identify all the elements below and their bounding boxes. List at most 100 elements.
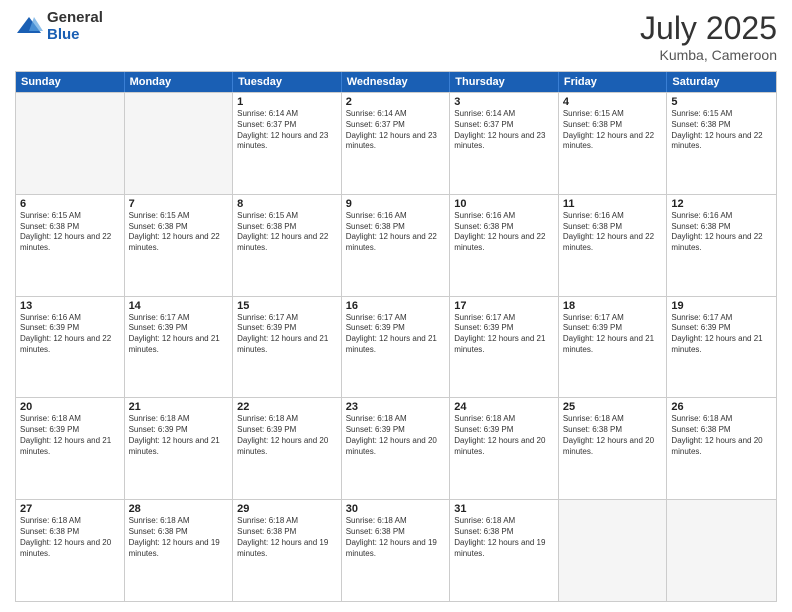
calendar-cell: 25Sunrise: 6:18 AM Sunset: 6:38 PM Dayli… [559, 398, 668, 499]
day-number: 21 [129, 401, 229, 413]
calendar-cell: 23Sunrise: 6:18 AM Sunset: 6:39 PM Dayli… [342, 398, 451, 499]
calendar-cell: 11Sunrise: 6:16 AM Sunset: 6:38 PM Dayli… [559, 195, 668, 296]
day-number: 17 [454, 300, 554, 312]
logo-icon [15, 13, 43, 41]
day-number: 28 [129, 503, 229, 515]
day-info: Sunrise: 6:18 AM Sunset: 6:38 PM Dayligh… [346, 516, 446, 559]
weekday-header: Wednesday [342, 72, 451, 92]
calendar-cell: 16Sunrise: 6:17 AM Sunset: 6:39 PM Dayli… [342, 297, 451, 398]
calendar-cell: 17Sunrise: 6:17 AM Sunset: 6:39 PM Dayli… [450, 297, 559, 398]
day-info: Sunrise: 6:14 AM Sunset: 6:37 PM Dayligh… [346, 109, 446, 152]
weekday-header: Sunday [16, 72, 125, 92]
calendar-cell [16, 93, 125, 194]
day-info: Sunrise: 6:18 AM Sunset: 6:38 PM Dayligh… [454, 516, 554, 559]
calendar-cell: 19Sunrise: 6:17 AM Sunset: 6:39 PM Dayli… [667, 297, 776, 398]
calendar-cell: 6Sunrise: 6:15 AM Sunset: 6:38 PM Daylig… [16, 195, 125, 296]
day-info: Sunrise: 6:18 AM Sunset: 6:39 PM Dayligh… [454, 414, 554, 457]
month-title: July 2025 [640, 10, 777, 47]
day-info: Sunrise: 6:18 AM Sunset: 6:38 PM Dayligh… [20, 516, 120, 559]
day-number: 1 [237, 96, 337, 108]
calendar-cell: 30Sunrise: 6:18 AM Sunset: 6:38 PM Dayli… [342, 500, 451, 601]
day-number: 29 [237, 503, 337, 515]
calendar-cell [559, 500, 668, 601]
day-info: Sunrise: 6:15 AM Sunset: 6:38 PM Dayligh… [671, 109, 772, 152]
calendar-cell: 5Sunrise: 6:15 AM Sunset: 6:38 PM Daylig… [667, 93, 776, 194]
calendar-cell: 28Sunrise: 6:18 AM Sunset: 6:38 PM Dayli… [125, 500, 234, 601]
day-info: Sunrise: 6:16 AM Sunset: 6:38 PM Dayligh… [454, 211, 554, 254]
calendar-cell: 26Sunrise: 6:18 AM Sunset: 6:38 PM Dayli… [667, 398, 776, 499]
calendar-cell: 4Sunrise: 6:15 AM Sunset: 6:38 PM Daylig… [559, 93, 668, 194]
day-info: Sunrise: 6:18 AM Sunset: 6:38 PM Dayligh… [129, 516, 229, 559]
day-number: 5 [671, 96, 772, 108]
calendar-cell: 8Sunrise: 6:15 AM Sunset: 6:38 PM Daylig… [233, 195, 342, 296]
calendar-cell: 22Sunrise: 6:18 AM Sunset: 6:39 PM Dayli… [233, 398, 342, 499]
day-number: 23 [346, 401, 446, 413]
calendar-cell: 31Sunrise: 6:18 AM Sunset: 6:38 PM Dayli… [450, 500, 559, 601]
day-info: Sunrise: 6:17 AM Sunset: 6:39 PM Dayligh… [346, 313, 446, 356]
day-info: Sunrise: 6:16 AM Sunset: 6:39 PM Dayligh… [20, 313, 120, 356]
day-info: Sunrise: 6:15 AM Sunset: 6:38 PM Dayligh… [20, 211, 120, 254]
calendar-cell: 13Sunrise: 6:16 AM Sunset: 6:39 PM Dayli… [16, 297, 125, 398]
weekday-header: Friday [559, 72, 668, 92]
day-number: 4 [563, 96, 663, 108]
day-number: 15 [237, 300, 337, 312]
day-number: 9 [346, 198, 446, 210]
calendar-cell: 1Sunrise: 6:14 AM Sunset: 6:37 PM Daylig… [233, 93, 342, 194]
calendar-row: 6Sunrise: 6:15 AM Sunset: 6:38 PM Daylig… [16, 194, 776, 296]
day-number: 27 [20, 503, 120, 515]
day-number: 16 [346, 300, 446, 312]
day-info: Sunrise: 6:18 AM Sunset: 6:39 PM Dayligh… [237, 414, 337, 457]
calendar-body: 1 Sunrise: 6:14 AM Sunset: 6:37 PM Daylig… [16, 92, 776, 601]
calendar-row: 1 Sunrise: 6:14 AM Sunset: 6:37 PM Daylig… [16, 92, 776, 194]
day-info: Sunrise: 6:17 AM Sunset: 6:39 PM Dayligh… [671, 313, 772, 356]
day-info: Sunrise: 6:18 AM Sunset: 6:38 PM Dayligh… [671, 414, 772, 457]
day-number: 26 [671, 401, 772, 413]
day-info: Sunrise: 6:18 AM Sunset: 6:39 PM Dayligh… [129, 414, 229, 457]
day-number: 7 [129, 198, 229, 210]
day-number: 14 [129, 300, 229, 312]
day-number: 19 [671, 300, 772, 312]
weekday-header: Monday [125, 72, 234, 92]
day-info: Sunrise: 6:15 AM Sunset: 6:38 PM Dayligh… [129, 211, 229, 254]
calendar-cell: 2Sunrise: 6:14 AM Sunset: 6:37 PM Daylig… [342, 93, 451, 194]
day-number: 30 [346, 503, 446, 515]
calendar-cell: 21Sunrise: 6:18 AM Sunset: 6:39 PM Dayli… [125, 398, 234, 499]
page: General Blue July 2025 Kumba, Cameroon S… [0, 0, 792, 612]
day-number: 12 [671, 198, 772, 210]
day-number: 3 [454, 96, 554, 108]
day-info: Sunrise: 6:16 AM Sunset: 6:38 PM Dayligh… [346, 211, 446, 254]
day-number: 31 [454, 503, 554, 515]
day-number: 2 [346, 96, 446, 108]
day-info: Sunrise: 6:14 AM Sunset: 6:37 PM Dayligh… [454, 109, 554, 152]
day-info: Sunrise: 6:18 AM Sunset: 6:39 PM Dayligh… [346, 414, 446, 457]
calendar-row: 13Sunrise: 6:16 AM Sunset: 6:39 PM Dayli… [16, 296, 776, 398]
calendar-cell: 27Sunrise: 6:18 AM Sunset: 6:38 PM Dayli… [16, 500, 125, 601]
day-number: 11 [563, 198, 663, 210]
weekday-header: Thursday [450, 72, 559, 92]
day-info: Sunrise: 6:15 AM Sunset: 6:38 PM Dayligh… [563, 109, 663, 152]
day-info: Sunrise: 6:17 AM Sunset: 6:39 PM Dayligh… [237, 313, 337, 356]
calendar-row: 27Sunrise: 6:18 AM Sunset: 6:38 PM Dayli… [16, 499, 776, 601]
calendar-cell: 14Sunrise: 6:17 AM Sunset: 6:39 PM Dayli… [125, 297, 234, 398]
logo-general: General [47, 10, 103, 27]
logo: General Blue [15, 10, 103, 43]
day-info: Sunrise: 6:18 AM Sunset: 6:38 PM Dayligh… [563, 414, 663, 457]
day-info: Sunrise: 6:18 AM Sunset: 6:38 PM Dayligh… [237, 516, 337, 559]
day-info: Sunrise: 6:15 AM Sunset: 6:38 PM Dayligh… [237, 211, 337, 254]
calendar-cell [667, 500, 776, 601]
day-number: 24 [454, 401, 554, 413]
day-number: 20 [20, 401, 120, 413]
day-number: 22 [237, 401, 337, 413]
day-info: Sunrise: 6:16 AM Sunset: 6:38 PM Dayligh… [563, 211, 663, 254]
location-title: Kumba, Cameroon [640, 47, 777, 63]
day-info: Sunrise: 6:17 AM Sunset: 6:39 PM Dayligh… [563, 313, 663, 356]
weekday-header: Saturday [667, 72, 776, 92]
logo-blue: Blue [47, 27, 103, 44]
calendar-row: 20 Sunrise: 6:18 AM Sunset: 6:39 PM Dayli… [16, 397, 776, 499]
logo-text: General Blue [47, 10, 103, 43]
day-number: 8 [237, 198, 337, 210]
calendar-cell: 12Sunrise: 6:16 AM Sunset: 6:38 PM Dayli… [667, 195, 776, 296]
calendar-header: SundayMondayTuesdayWednesdayThursdayFrid… [16, 72, 776, 92]
day-number: 10 [454, 198, 554, 210]
day-info: Sunrise: 6:16 AM Sunset: 6:38 PM Dayligh… [671, 211, 772, 254]
